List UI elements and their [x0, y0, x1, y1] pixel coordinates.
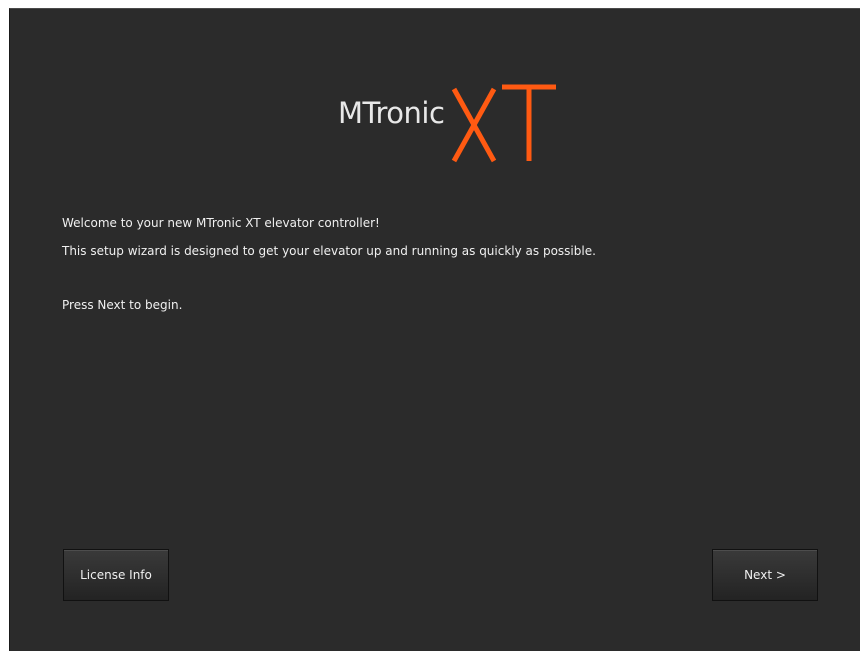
license-info-button[interactable]: License Info	[63, 549, 169, 601]
logo-xt-mark	[451, 84, 556, 163]
instruction-text: Press Next to begin.	[62, 298, 183, 312]
screen: MTronic Welcome to your new MTronic XT e…	[0, 0, 860, 651]
description-text: This setup wizard is designed to get you…	[62, 244, 596, 258]
mtronic-xt-logo: MTronic	[338, 81, 568, 171]
logo-text: MTronic	[338, 96, 445, 130]
next-button[interactable]: Next >	[712, 549, 818, 601]
welcome-text: Welcome to your new MTronic XT elevator …	[62, 216, 380, 230]
setup-wizard-panel: MTronic Welcome to your new MTronic XT e…	[9, 8, 860, 651]
